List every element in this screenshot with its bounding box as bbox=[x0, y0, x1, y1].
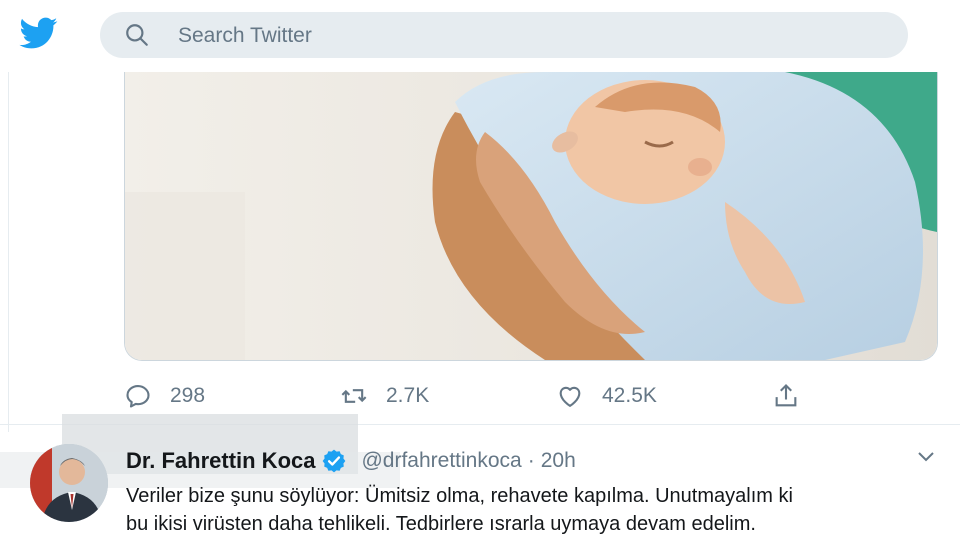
display-name[interactable]: Dr. Fahrettin Koca bbox=[126, 448, 315, 474]
tweet-text-line: bu ikisi virüsten daha tehlikeli. Tedbir… bbox=[126, 513, 756, 535]
top-bar: Search Twitter bbox=[0, 0, 960, 72]
share-button[interactable] bbox=[772, 376, 800, 416]
like-button[interactable]: 42.5K bbox=[556, 376, 657, 416]
tweet-header: Dr. Fahrettin Koca @drfahrettinkoca · 20… bbox=[126, 446, 576, 476]
profile-photo bbox=[30, 444, 108, 522]
twitter-bird-icon[interactable] bbox=[18, 14, 60, 52]
tweet-media-image[interactable] bbox=[124, 72, 938, 361]
search-icon bbox=[126, 24, 148, 46]
search-bar[interactable]: Search Twitter bbox=[100, 12, 908, 58]
retweet-button[interactable]: 2.7K bbox=[340, 376, 429, 416]
share-icon bbox=[775, 384, 797, 407]
newborn-baby-photo bbox=[125, 72, 937, 360]
search-input-placeholder[interactable]: Search Twitter bbox=[178, 24, 312, 48]
reply-button[interactable]: 298 bbox=[124, 376, 205, 416]
retweet-icon bbox=[341, 389, 367, 403]
column-border bbox=[8, 72, 9, 432]
retweet-count: 2.7K bbox=[386, 384, 430, 407]
chevron-down-icon[interactable] bbox=[914, 444, 938, 468]
tweet-text: Veriler bize şunu söylüyor: Ümitsiz olma… bbox=[126, 482, 926, 538]
like-count: 42.5K bbox=[602, 384, 657, 407]
separator-dot: · bbox=[527, 449, 535, 472]
verified-badge-icon bbox=[323, 449, 346, 473]
avatar[interactable] bbox=[30, 444, 108, 522]
heart-icon bbox=[559, 386, 581, 407]
user-handle[interactable]: @drfahrettinkoca bbox=[361, 449, 521, 473]
reply-icon bbox=[126, 385, 150, 408]
tweet-text-line: Veriler bize şunu söylüyor: Ümitsiz olma… bbox=[126, 485, 793, 507]
reply-count: 298 bbox=[170, 384, 206, 407]
tweet-timestamp[interactable]: 20h bbox=[541, 449, 576, 473]
tweet-actions: 298 2.7K 42.5K bbox=[124, 376, 824, 416]
